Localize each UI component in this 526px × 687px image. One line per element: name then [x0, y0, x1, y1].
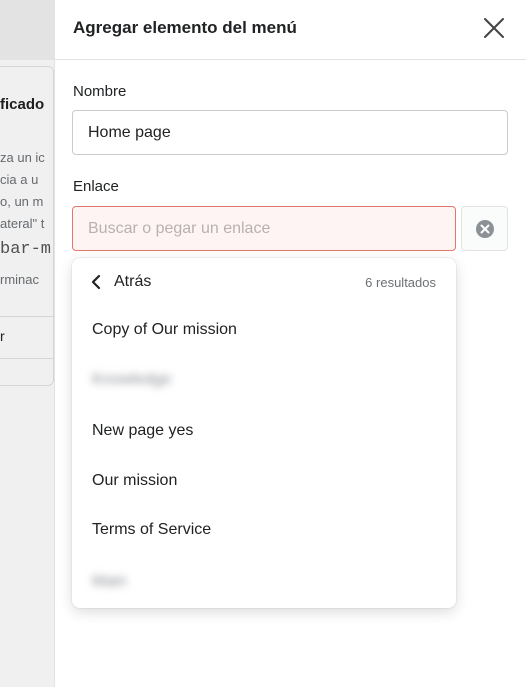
back-button[interactable]: Atrás: [88, 270, 151, 294]
dropdown-header: Atrás 6 resultados: [72, 258, 456, 306]
panel-title: Agregar elemento del menú: [73, 18, 297, 37]
result-count: 6 resultados: [365, 275, 436, 290]
result-item[interactable]: Copy of Our mission: [72, 310, 456, 350]
name-input[interactable]: [72, 110, 508, 155]
back-label: Atrás: [114, 273, 152, 290]
background-page: ficado za un ic cia a u o, un m ateral" …: [0, 0, 54, 687]
result-item[interactable]: Knowledge: [72, 360, 456, 400]
link-search-input[interactable]: [72, 206, 456, 251]
result-item[interactable]: New page yes: [72, 411, 456, 451]
background-overlay: [0, 0, 54, 687]
result-item[interactable]: Terms of Service: [72, 510, 456, 550]
chevron-left-icon: [91, 274, 101, 290]
panel-header: Agregar elemento del menú: [54, 0, 526, 60]
clear-link-button[interactable]: [461, 206, 508, 251]
add-menu-item-panel: Agregar elemento del menú Nombre Enlace …: [54, 0, 526, 687]
panel-edge: [54, 0, 55, 687]
result-item[interactable]: Our mission: [72, 461, 456, 501]
link-results-dropdown: Atrás 6 resultados Copy of Our mission K…: [72, 258, 456, 608]
link-label: Enlace: [73, 178, 119, 195]
name-label: Nombre: [73, 83, 127, 100]
result-item[interactable]: Main: [72, 562, 456, 602]
close-button[interactable]: [478, 12, 510, 44]
close-icon: [484, 18, 504, 38]
circle-x-icon: [475, 219, 494, 238]
